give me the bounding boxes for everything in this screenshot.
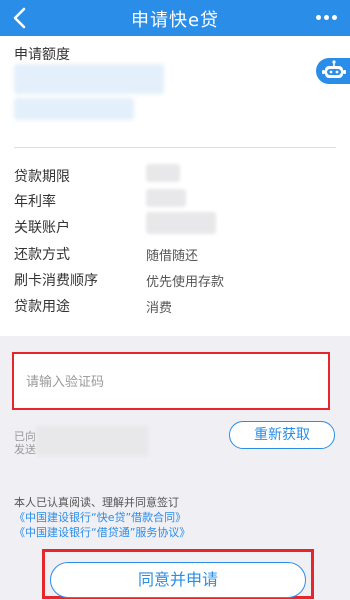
robot-icon [322, 60, 346, 78]
divider [14, 147, 336, 148]
sent-suffix: 发送 [14, 443, 36, 456]
phone-number-redacted [36, 426, 148, 456]
quota-label: 申请额度 [14, 47, 70, 63]
loan-contract-link[interactable]: 《中国建设银行“快e贷”借款合同》 [14, 509, 186, 525]
sent-prefix: 已向 [14, 430, 36, 443]
quota-amount-redacted [14, 64, 164, 94]
annual-rate-label: 年利率 [14, 194, 56, 210]
linked-account-redacted [146, 212, 216, 234]
agree-and-apply-button[interactable]: 同意并申请 [50, 562, 306, 598]
quota-note-redacted [14, 98, 134, 120]
service-agreement-link[interactable]: 《中国建设银行“借贷通”服务协议》 [14, 524, 190, 540]
card-spending-order-label: 刷卡消费顺序 [14, 273, 98, 289]
agreement-text: 本人已认真阅读、理解并同意签订 [14, 496, 179, 509]
sent-notice: 已向 发送 [14, 430, 36, 456]
page-title: 申请快e贷 [130, 10, 220, 31]
repayment-method-value: 随借随还 [146, 249, 199, 264]
linked-account-label: 关联账户 [14, 220, 70, 236]
loan-term-redacted [146, 164, 180, 182]
verification-code-input[interactable] [24, 371, 318, 393]
repayment-method-label: 还款方式 [14, 247, 70, 263]
resend-code-button[interactable]: 重新获取 [229, 421, 335, 449]
annual-rate-redacted [146, 189, 186, 207]
verification-code-box [12, 352, 330, 410]
nav-bar: 申请快e贷 [0, 0, 350, 36]
loan-term-label: 贷款期限 [14, 169, 70, 185]
loan-purpose-value: 消费 [146, 301, 173, 316]
loan-purpose-label: 贷款用途 [14, 299, 70, 315]
assistant-button[interactable] [316, 58, 350, 84]
loan-info-card: 申请额度 贷款期限 年利率 关联账户 还款方式 随借随还 刷卡消费顺序 优先使用… [0, 36, 350, 336]
more-dots-icon[interactable] [316, 10, 340, 24]
card-spending-order-value: 优先使用存款 [146, 275, 225, 290]
